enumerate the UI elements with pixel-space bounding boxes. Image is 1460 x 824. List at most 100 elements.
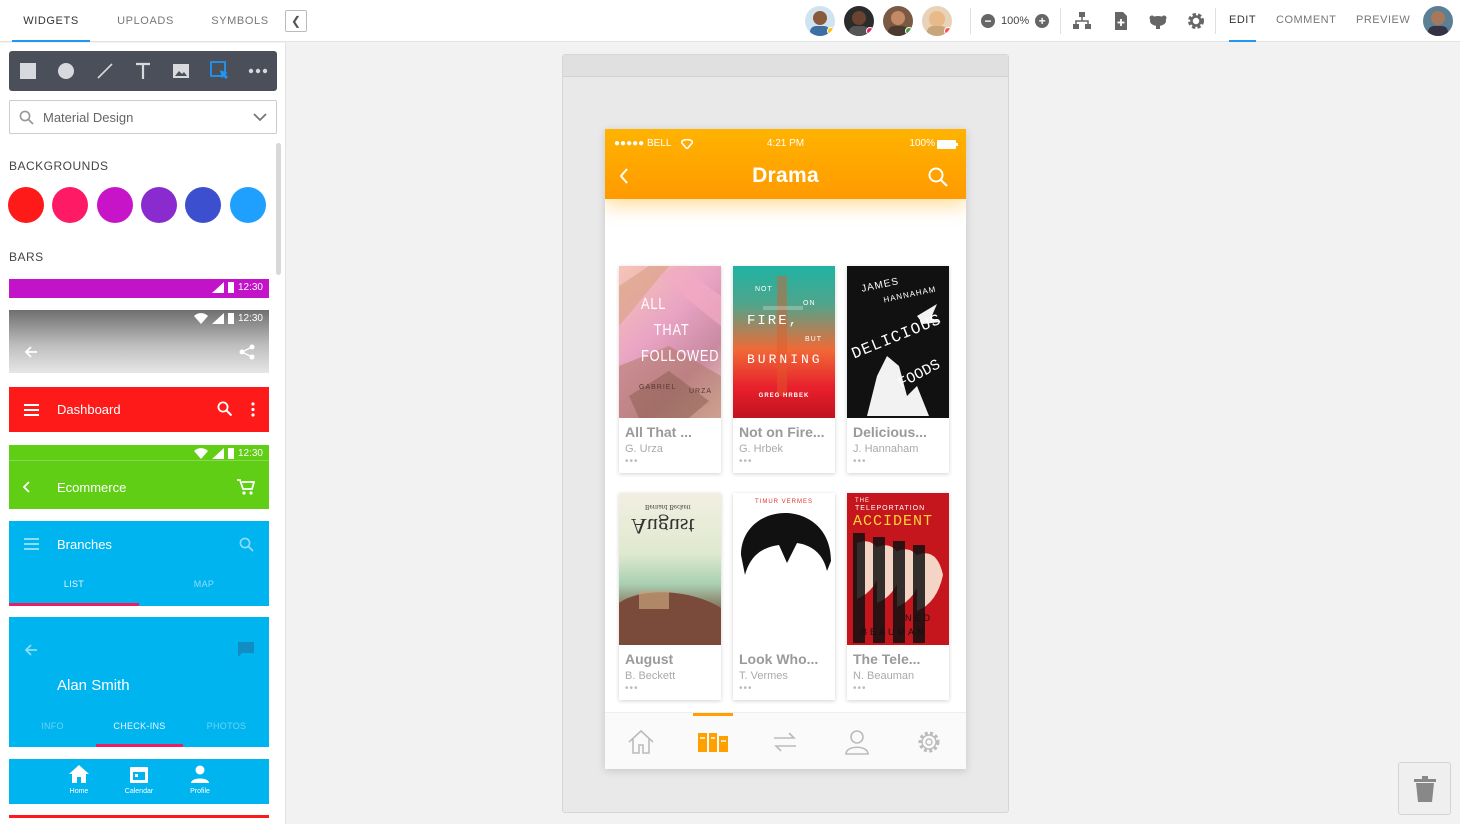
more-dots-icon[interactable]: •••	[625, 683, 639, 694]
nav-label: Calendar	[124, 788, 154, 795]
ellipse-tool[interactable]	[47, 51, 85, 91]
delete-button[interactable]	[1398, 762, 1451, 815]
book-card[interactable]: ALL THAT FOLLOWED GABRIEL URZA All That …	[619, 266, 721, 473]
book-card[interactable]: JAMES HANNAHAM DELICIOUS FOODS Delicious…	[847, 266, 949, 473]
tab-uploads[interactable]: UPLOADS	[108, 0, 183, 42]
presence-dot	[866, 27, 874, 35]
book-cover: JAMES HANNAHAM DELICIOUS FOODS	[847, 266, 949, 418]
book-card[interactable]: August Bernard Beckett August B. Beckett…	[619, 493, 721, 700]
mode-preview[interactable]: PREVIEW	[1356, 0, 1410, 42]
book-card[interactable]: NOT ON FIRE, BUT BURNING GREG HRBEK Not …	[733, 266, 835, 473]
background-swatch-deep-purple[interactable]	[141, 187, 177, 223]
phone-status-bar: ●●●●● BELL 4:21 PM 100%	[605, 138, 966, 152]
line-icon	[97, 63, 113, 79]
background-swatch-purple[interactable]	[97, 187, 133, 223]
cover-word: FIRE,	[747, 313, 800, 329]
library-search-input[interactable]	[43, 101, 243, 133]
more-dots-icon[interactable]: •••	[739, 683, 753, 694]
bottom-navigation	[605, 712, 966, 769]
hotspot-tool[interactable]	[200, 51, 238, 91]
share-sheep-icon[interactable]	[1148, 11, 1168, 31]
background-swatch-red[interactable]	[8, 187, 44, 223]
nav-label: Profile	[190, 788, 210, 795]
divider	[9, 460, 269, 461]
cover-word: THAT	[653, 322, 690, 339]
transparent-toolbar-widget[interactable]: 12:30	[9, 310, 269, 373]
zoom-level: 100%	[1001, 15, 1030, 27]
book-card[interactable]: TIMUR VERMES Look Who... T. Vermes •••	[733, 493, 835, 700]
wifi-icon	[193, 448, 208, 459]
book-author: G. Hrbek	[739, 443, 784, 455]
avatar[interactable]	[844, 6, 874, 36]
tab-widgets[interactable]: WIDGETS	[12, 0, 90, 42]
chevron-down-icon[interactable]	[253, 112, 267, 122]
search-icon	[19, 110, 34, 125]
branches-toolbar-widget[interactable]: Branches LIST MAP	[9, 521, 269, 606]
zoom-in-button[interactable]: +	[1035, 14, 1050, 28]
cover-word: FOLLOWED	[641, 348, 720, 365]
rectangle-tool[interactable]	[9, 51, 47, 91]
nav-settings[interactable]	[893, 713, 965, 769]
bottom-navigation-widget[interactable]: Home Calendar Profile	[9, 759, 269, 804]
mode-comment[interactable]: COMMENT	[1276, 0, 1336, 42]
library-select[interactable]	[9, 100, 277, 134]
tab-symbols[interactable]: SYMBOLS	[202, 0, 278, 42]
nav-exchange[interactable]	[749, 713, 821, 769]
battery-level: 100%	[909, 138, 935, 149]
image-tool[interactable]	[162, 51, 200, 91]
mode-edit[interactable]: EDIT	[1229, 0, 1257, 42]
tab-map: MAP	[193, 579, 215, 589]
hierarchy-icon[interactable]	[1072, 11, 1092, 31]
nav-library[interactable]	[677, 713, 749, 769]
cover-author: Bernard Beckett	[645, 503, 691, 511]
add-page-icon[interactable]	[1111, 11, 1131, 31]
status-bar-widget[interactable]: 12:30	[9, 279, 269, 298]
collapse-panel-button[interactable]: ❮	[285, 10, 307, 32]
tab-photos: PHOTOS	[206, 721, 247, 731]
ecommerce-toolbar-widget[interactable]: 12:30 Ecommerce	[9, 445, 269, 509]
status-time: 12:30	[237, 448, 263, 459]
avatar[interactable]	[883, 6, 913, 36]
search-icon[interactable]	[928, 167, 948, 187]
background-swatch-indigo[interactable]	[185, 187, 221, 223]
gear-icon[interactable]	[1186, 11, 1206, 31]
more-dots-icon[interactable]: •••	[625, 456, 639, 467]
avatar[interactable]	[922, 6, 952, 36]
status-time: 12:30	[237, 282, 263, 293]
avatar[interactable]	[805, 6, 835, 36]
battery-icon	[227, 448, 234, 459]
signal-icon	[211, 282, 224, 293]
book-cover: TIMUR VERMES	[733, 493, 835, 645]
zoom-out-button[interactable]: −	[981, 14, 995, 28]
book-author: T. Vermes	[739, 670, 788, 682]
cover-word: August	[631, 514, 695, 539]
line-tool[interactable]	[86, 51, 124, 91]
home-icon	[628, 729, 654, 754]
nav-label: Home	[69, 788, 89, 795]
more-dots-icon[interactable]: •••	[853, 683, 867, 694]
share-icon	[239, 344, 255, 360]
book-card[interactable]: THE TELEPORTATION ACCIDENT NED BEAUMAN T…	[847, 493, 949, 700]
more-dots-icon[interactable]: •••	[853, 456, 867, 467]
profile-header-widget[interactable]: Alan Smith INFO CHECK-INS PHOTOS	[9, 617, 269, 747]
widgets-panel: BACKGROUNDS BARS 12:30 12:30 Dashboard	[0, 43, 286, 824]
circle-icon	[58, 63, 75, 79]
background-swatch-pink[interactable]	[52, 187, 88, 223]
nav-home[interactable]	[605, 713, 677, 769]
signal-icon	[211, 448, 224, 459]
book-cover: NOT ON FIRE, BUT BURNING GREG HRBEK	[733, 266, 835, 418]
background-swatch-blue[interactable]	[230, 187, 266, 223]
more-tools-button[interactable]	[239, 51, 277, 91]
panel-scrollbar[interactable]	[276, 143, 281, 275]
book-cover: THE TELEPORTATION ACCIDENT NED BEAUMAN	[847, 493, 949, 645]
current-user-avatar[interactable]	[1423, 6, 1453, 36]
book-title: The Tele...	[853, 651, 921, 667]
more-dots-icon[interactable]: •••	[739, 456, 753, 467]
dashboard-toolbar-widget[interactable]: Dashboard	[9, 387, 269, 432]
tab-list: LIST	[63, 579, 85, 589]
phone-screen[interactable]: ●●●●● BELL 4:21 PM 100% Drama ALL THAT F…	[605, 129, 966, 769]
text-tool[interactable]	[124, 51, 162, 91]
nav-profile[interactable]	[821, 713, 893, 769]
rectangle-icon	[20, 63, 37, 79]
toolbar-title: Ecommerce	[57, 480, 127, 495]
